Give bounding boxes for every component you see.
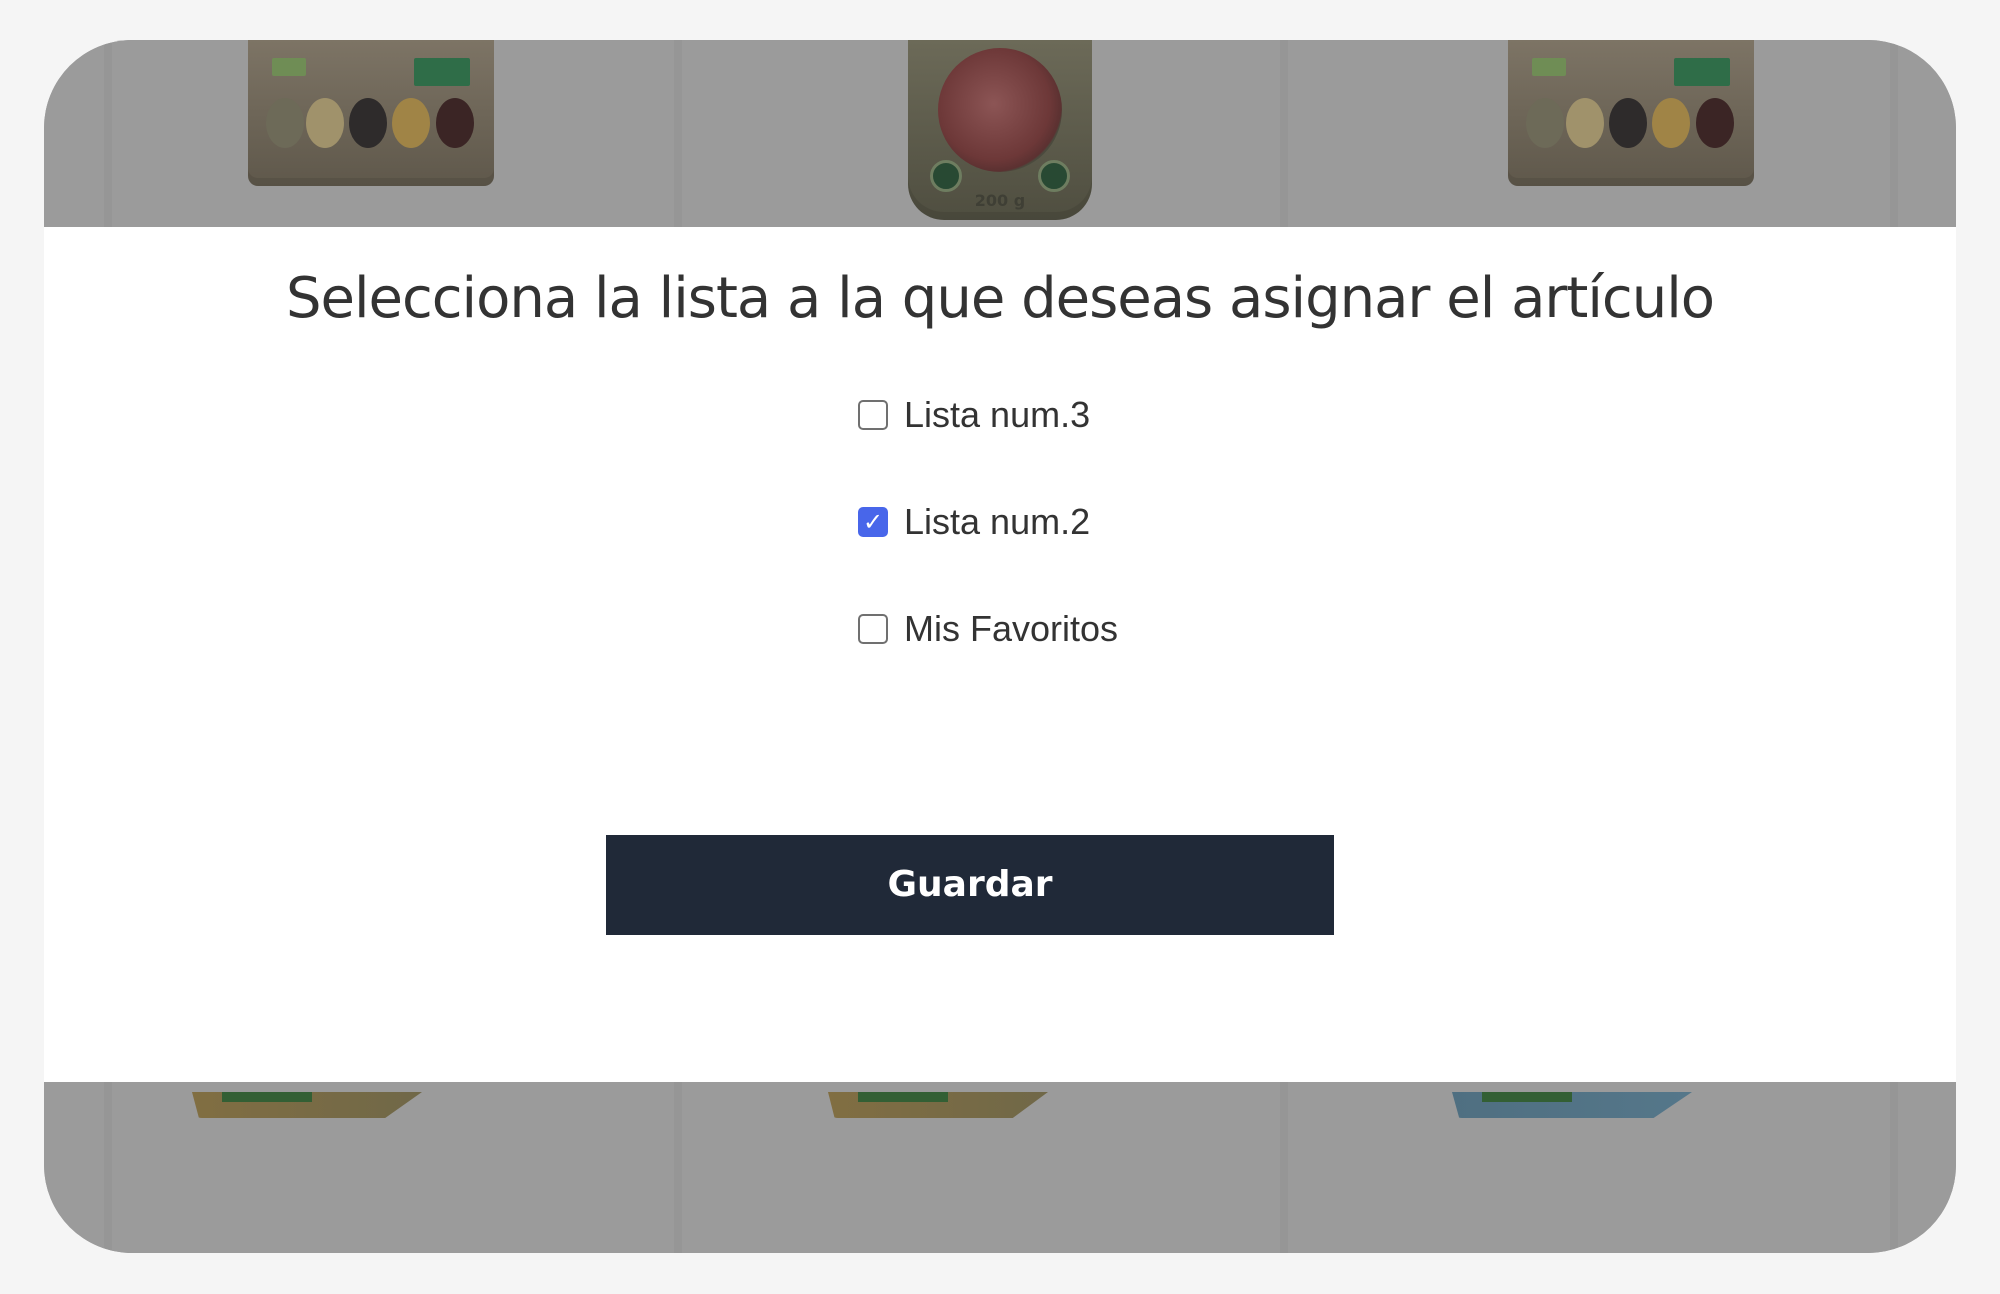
seed-spoon — [436, 98, 474, 148]
checkmark-icon: ✓ — [862, 507, 884, 536]
option-lista-num-2[interactable]: ✓ Lista num.2 — [858, 502, 1090, 542]
seed-spoon — [1696, 98, 1734, 148]
option-label: Lista num.2 — [904, 501, 1091, 542]
product-stripe — [858, 1092, 948, 1102]
bio-badge — [930, 160, 962, 192]
product-image-seeds — [248, 40, 494, 186]
product-stripe — [222, 1092, 312, 1102]
product-weight: 200 g — [974, 191, 1026, 210]
product-image-bottom — [828, 1092, 1048, 1118]
organic-label — [272, 58, 306, 76]
organic-label — [1532, 58, 1566, 76]
seed-spoon — [1609, 98, 1647, 148]
modal-title: Selecciona la lista a la que deseas asig… — [285, 266, 1715, 331]
screen: 200 g Selecciona la lista a la que desea… — [44, 40, 1956, 1253]
seed-spoon — [266, 98, 304, 148]
product-image-seeds — [1508, 40, 1754, 186]
seed-spoon — [349, 98, 387, 148]
save-button[interactable]: Guardar — [606, 835, 1334, 935]
assign-list-modal: Selecciona la lista a la que deseas asig… — [44, 227, 1956, 1082]
product-image-bottom — [1452, 1092, 1692, 1118]
checkbox[interactable] — [858, 614, 888, 644]
option-lista-num-3[interactable]: Lista num.3 — [858, 395, 1090, 435]
seed-spoon — [1566, 98, 1604, 148]
seed-spoon — [306, 98, 344, 148]
option-label: Lista num.3 — [904, 394, 1091, 435]
checkbox-checked[interactable]: ✓ — [858, 507, 888, 537]
bio-badge — [1038, 160, 1070, 192]
bean-window — [938, 48, 1062, 172]
seed-spoon — [1526, 98, 1564, 148]
product-image-bottom — [192, 1092, 422, 1118]
product-image-beans: 200 g — [908, 40, 1092, 220]
product-stripe — [1482, 1092, 1572, 1102]
brand-label — [414, 58, 470, 86]
device-frame: 200 g Selecciona la lista a la que desea… — [0, 0, 2000, 1294]
checkbox[interactable] — [858, 400, 888, 430]
option-label: Mis Favoritos — [904, 608, 1119, 649]
seed-spoon — [392, 98, 430, 148]
seed-spoon — [1652, 98, 1690, 148]
brand-label — [1674, 58, 1730, 86]
option-mis-favoritos[interactable]: Mis Favoritos — [858, 609, 1118, 649]
